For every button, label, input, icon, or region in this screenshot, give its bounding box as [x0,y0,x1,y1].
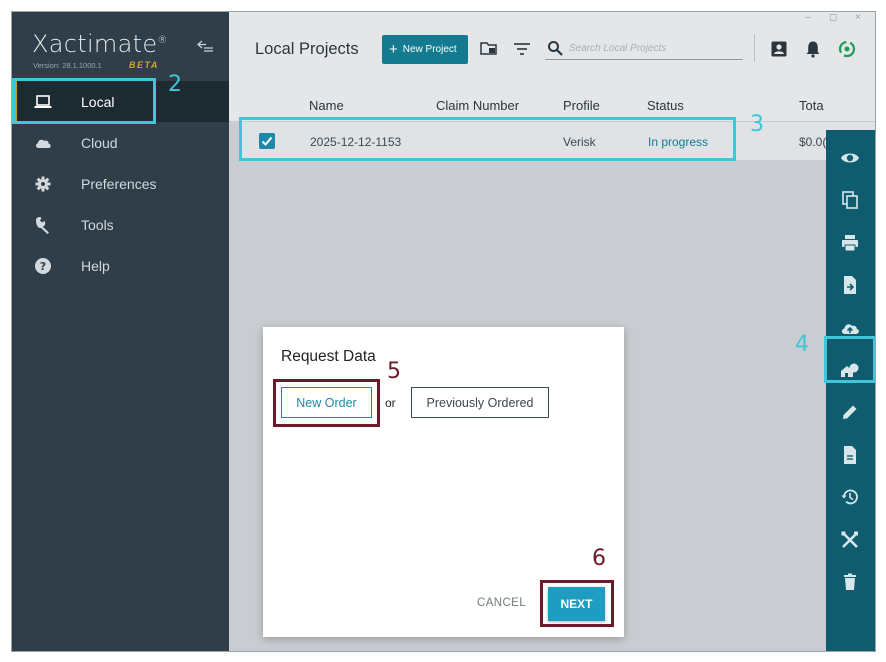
cloud-icon [35,139,51,148]
wrench-icon [36,216,49,234]
document-icon[interactable] [840,445,860,465]
gear-icon [35,176,51,192]
request-data-icon[interactable] [840,360,860,380]
header-divider [754,34,755,62]
app-logo: Xactimate® [32,30,168,58]
app-window: Xactimate® Version: 28.1.1000.1 BETA Loc… [11,11,876,652]
beta-badge: BETA [129,60,159,70]
sidebar-item-cloud[interactable]: Cloud [12,122,229,163]
open-folder-icon[interactable] [480,40,498,58]
checkmark-icon [261,136,273,146]
cell-total: $0.0( [799,135,827,149]
sidebar-item-tools[interactable]: Tools [12,204,229,245]
table-header: Name Claim Number Profile Status Tota [229,87,875,121]
cell-name: 2025-12-12-1153 [310,135,402,149]
svg-text:?: ? [40,260,46,273]
cloud-upload-icon[interactable] [840,318,860,338]
plus-icon: + [389,41,398,58]
annotation-number-5: 5 [387,359,401,384]
cell-profile: Verisk [563,135,596,149]
print-icon[interactable] [840,233,860,253]
sidebar-item-label: Local [81,94,115,110]
tools-icon[interactable] [840,530,860,550]
request-data-dialog: Request Data New Order or Previously Ord… [263,327,624,637]
search-icon [548,41,563,56]
filter-icon[interactable] [513,40,531,58]
contacts-icon[interactable] [770,40,788,58]
minimize-button[interactable]: – [805,12,811,23]
sidebar-item-label: Preferences [81,176,157,192]
page-title: Local Projects [255,40,359,58]
sidebar-nav: Local Cloud Preferences Tools ? Help [12,81,229,286]
dialog-title: Request Data [281,348,376,365]
collapse-sidebar-icon[interactable] [196,38,214,54]
new-project-button[interactable]: + New Project [382,35,468,64]
history-icon[interactable] [840,487,860,507]
cancel-button[interactable]: CANCEL [477,597,526,609]
laptop-icon [34,95,52,108]
sidebar-item-help[interactable]: ? Help [12,245,229,286]
action-rail [826,130,875,651]
sync-icon[interactable] [838,40,856,58]
or-label: or [385,396,396,410]
app-version: Version: 28.1.1000.1 [33,61,102,70]
sidebar-item-label: Tools [81,217,114,233]
column-header-status[interactable]: Status [647,98,684,113]
annotation-number-4: 4 [795,332,809,357]
copy-icon[interactable] [840,190,860,210]
previously-ordered-button[interactable]: Previously Ordered [411,387,549,418]
column-header-profile[interactable]: Profile [563,98,600,113]
eye-icon[interactable] [840,148,860,168]
export-file-icon[interactable] [840,275,860,295]
sidebar: Xactimate® Version: 28.1.1000.1 BETA Loc… [12,12,229,651]
maximize-button[interactable]: ◻ [829,12,837,23]
trash-icon[interactable] [840,572,860,592]
table-row[interactable]: 2025-12-12-1153 Verisk In progress $0.0( [240,122,875,160]
sidebar-item-preferences[interactable]: Preferences [12,163,229,204]
column-header-total[interactable]: Tota [799,98,824,113]
next-button[interactable]: NEXT [548,587,605,621]
column-header-name[interactable]: Name [309,98,344,113]
help-icon: ? [35,258,51,274]
column-header-claim-number[interactable]: Claim Number [436,98,519,113]
annotation-number-2: 2 [168,72,182,97]
search-input[interactable] [569,39,739,57]
sidebar-item-label: Help [81,258,110,274]
cell-status: In progress [648,135,709,149]
row-checkbox[interactable] [259,133,275,149]
header: – ◻ × Local Projects + New Project [229,12,875,87]
annotation-number-3: 3 [750,112,764,137]
sidebar-item-local[interactable]: Local [12,81,229,122]
annotation-number-6: 6 [592,546,606,571]
sidebar-item-label: Cloud [81,135,118,151]
app-name: Xactimate [32,30,158,58]
notification-bell-icon[interactable] [804,40,822,58]
search-box [545,38,743,60]
close-window-button[interactable]: × [855,12,861,23]
edit-icon[interactable] [840,402,860,422]
new-order-button[interactable]: New Order [281,387,372,418]
new-project-label: New Project [402,44,457,55]
